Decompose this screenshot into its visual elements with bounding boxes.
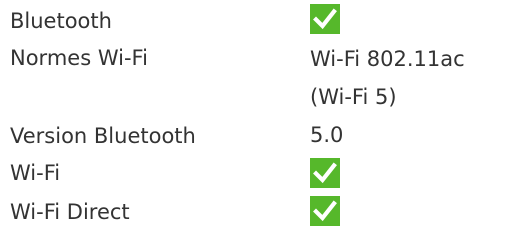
spec-label: Bluetooth: [10, 9, 112, 33]
spec-value-line: 5.0: [310, 123, 344, 147]
spec-label: Wi-Fi Direct: [10, 200, 130, 224]
spec-label: Wi-Fi: [10, 161, 61, 185]
spec-value: [310, 0, 510, 37]
check-icon: [310, 158, 340, 188]
spec-label: Version Bluetooth: [10, 124, 196, 148]
spec-row-bluetooth-version: Version Bluetooth 5.0: [10, 118, 510, 155]
spec-row-wifi: Wi-Fi: [10, 155, 510, 192]
spec-label: Normes Wi-Fi: [10, 46, 148, 70]
spec-value: [310, 192, 510, 229]
spec-value-line: Wi-Fi 802.11ac: [310, 47, 465, 71]
spec-row-wifi-standards: Normes Wi-Fi Wi-Fi 802.11ac (Wi-Fi 5): [10, 40, 510, 118]
spec-table: Bluetooth Normes Wi-Fi Wi-Fi 802.11ac (W…: [10, 0, 510, 232]
spec-value: 5.0: [310, 118, 510, 152]
check-icon: [310, 196, 340, 226]
spec-value: Wi-Fi 802.11ac (Wi-Fi 5): [310, 40, 510, 116]
spec-value: [310, 155, 510, 191]
spec-value-line: (Wi-Fi 5): [310, 85, 397, 109]
spec-row-bluetooth: Bluetooth: [10, 0, 510, 40]
check-icon: [310, 4, 340, 34]
spec-row-wifi-direct: Wi-Fi Direct: [10, 192, 510, 232]
